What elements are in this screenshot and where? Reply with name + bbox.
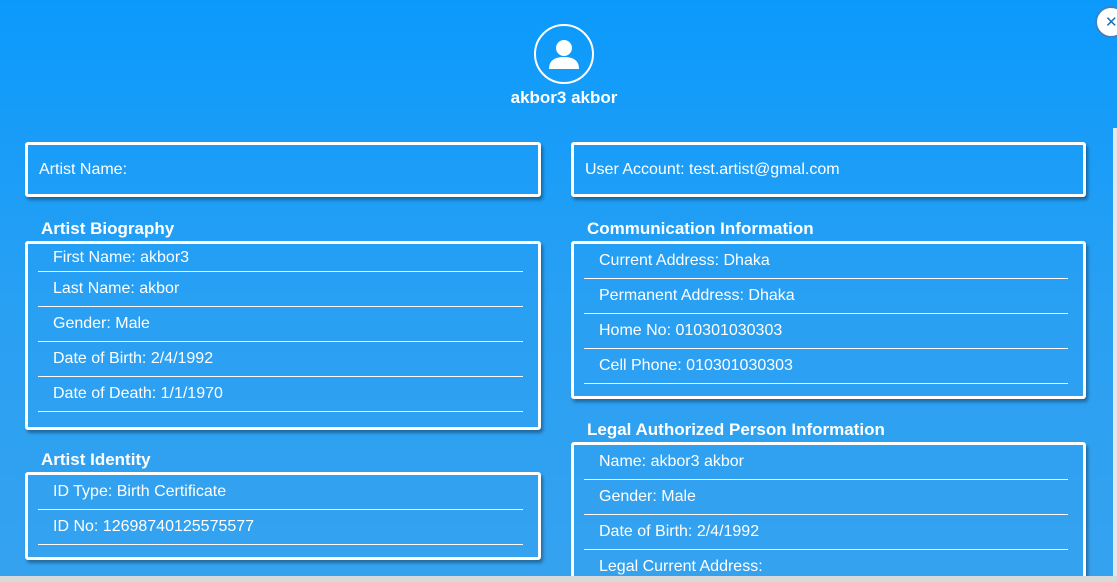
- communication-row-current-address: Current Address: Dhaka: [584, 244, 1068, 279]
- communication-row-home-no: Home No: 010301030303: [584, 314, 1068, 349]
- biography-row-first-name: First Name: akbor3: [38, 244, 523, 272]
- legal-box: Name: akbor3 akbor Gender: Male Date of …: [571, 442, 1086, 582]
- artist-name-box: Artist Name:: [25, 142, 541, 197]
- biography-row-last-name: Last Name: akbor: [38, 272, 523, 307]
- biography-title: Artist Biography: [41, 219, 175, 238]
- close-icon: ✕: [1105, 13, 1117, 31]
- vertical-scrollbar[interactable]: [1113, 128, 1117, 582]
- identity-title: Artist Identity: [41, 450, 151, 469]
- avatar: [534, 24, 594, 84]
- artist-name-label: Artist Name:: [39, 160, 128, 178]
- user-account-label: User Account: test.artist@gmal.com: [585, 160, 840, 178]
- communication-title: Communication Information: [587, 219, 814, 238]
- legal-row-name: Name: akbor3 akbor: [584, 445, 1068, 480]
- user-account-box: User Account: test.artist@gmal.com: [571, 142, 1086, 197]
- close-button[interactable]: ✕: [1095, 6, 1117, 38]
- legal-row-date-of-birth: Date of Birth: 2/4/1992: [584, 515, 1068, 550]
- identity-row-id-no: ID No: 12698740125575577: [38, 510, 523, 545]
- user-icon: [549, 40, 579, 69]
- biography-row-date-of-birth: Date of Birth: 2/4/1992: [38, 342, 523, 377]
- profile-name: akbor3 akbor: [510, 88, 618, 107]
- identity-box: ID Type: Birth Certificate ID No: 126987…: [25, 472, 541, 560]
- communication-row-permanent-address: Permanent Address: Dhaka: [584, 279, 1068, 314]
- biography-row-gender: Gender: Male: [38, 307, 523, 342]
- legal-row-gender: Gender: Male: [584, 480, 1068, 515]
- communication-box: Current Address: Dhaka Permanent Address…: [571, 241, 1086, 399]
- communication-row-cell-phone: Cell Phone: 010301030303: [584, 349, 1068, 384]
- legal-title: Legal Authorized Person Information: [587, 420, 885, 439]
- biography-row-date-of-death: Date of Death: 1/1/1970: [38, 377, 523, 412]
- identity-row-id-type: ID Type: Birth Certificate: [38, 475, 523, 510]
- horizontal-scrollbar[interactable]: [0, 576, 1117, 582]
- biography-box: First Name: akbor3 Last Name: akbor Gend…: [25, 241, 541, 430]
